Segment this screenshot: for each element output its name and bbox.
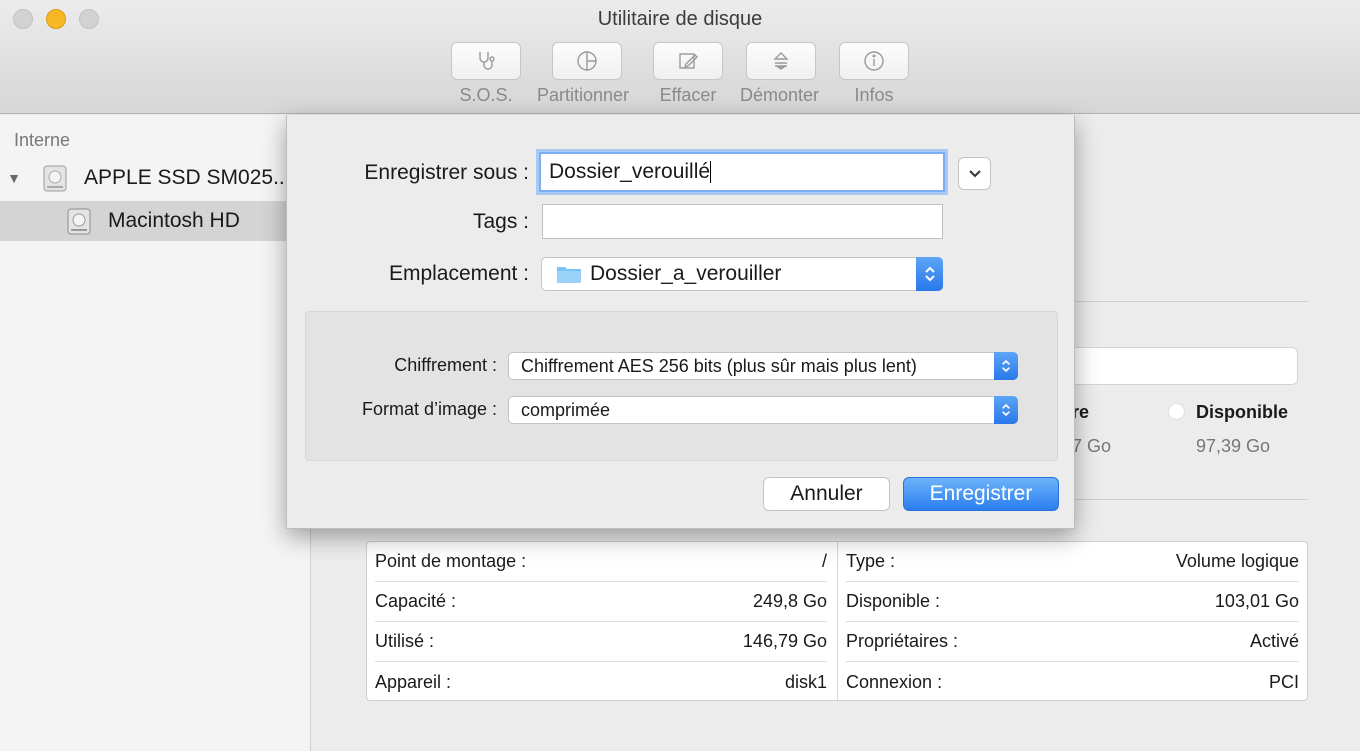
info-value: PCI bbox=[1268, 671, 1299, 692]
available-legend-value: 97,39 Go bbox=[1196, 436, 1271, 456]
disclosure-triangle-icon[interactable]: ▼ bbox=[0, 170, 28, 186]
toolbar-unmount-button[interactable]: Démonter bbox=[740, 42, 819, 106]
info-value: Activé bbox=[1249, 631, 1299, 651]
toolbar-sos-label: S.O.S. bbox=[459, 85, 513, 105]
save-as-label: Enregistrer sous : bbox=[364, 161, 529, 184]
info-label: Propriétaires : bbox=[846, 631, 959, 651]
toolbar-info-label: Infos bbox=[854, 85, 894, 105]
encryption-popup[interactable]: Chiffrement AES 256 bits (plus sûr mais … bbox=[508, 352, 1018, 380]
tags-field[interactable] bbox=[542, 204, 943, 239]
up-down-chevron-icon bbox=[1002, 359, 1010, 373]
toolbar-partition-button[interactable]: Partitionner bbox=[537, 42, 629, 106]
info-column-left: Point de montage : / Capacité : 249,8 Go… bbox=[367, 542, 838, 702]
info-value: 103,01 Go bbox=[1214, 591, 1299, 611]
stethoscope-icon bbox=[479, 52, 495, 70]
save-dialog: Enregistrer sous : Dossier_verouillé Tag… bbox=[286, 115, 1075, 529]
divider bbox=[1075, 499, 1308, 500]
location-value: Dossier_a_verouiller bbox=[590, 262, 782, 285]
disk-icon bbox=[43, 165, 67, 192]
sidebar-item-apple-ssd[interactable]: ▼ APPLE SSD SM025.. bbox=[0, 158, 311, 198]
available-legend-dot bbox=[1168, 403, 1185, 420]
location-popup[interactable]: Dossier_a_verouiller bbox=[541, 257, 943, 291]
info-row: Connexion : PCI bbox=[846, 662, 1299, 702]
image-format-value: comprimée bbox=[521, 399, 611, 420]
info-value: Volume logique bbox=[1175, 551, 1299, 571]
expand-dialog-button[interactable] bbox=[958, 157, 991, 190]
save-button[interactable]: Enregistrer bbox=[903, 477, 1059, 511]
text-caret bbox=[710, 161, 712, 184]
save-as-field[interactable]: Dossier_verouillé bbox=[539, 152, 945, 192]
info-label: Point de montage : bbox=[375, 551, 527, 571]
location-stepper[interactable] bbox=[916, 257, 943, 291]
tags-label: Tags : bbox=[472, 210, 529, 233]
encryption-stepper[interactable] bbox=[994, 352, 1018, 380]
info-row: Capacité : 249,8 Go bbox=[375, 582, 827, 622]
folder-icon bbox=[557, 267, 581, 283]
window-title: Utilitaire de disque bbox=[597, 8, 763, 30]
divider bbox=[1075, 301, 1308, 302]
title-bar: Utilitaire de disque S.O.S. Partitionner… bbox=[0, 0, 1360, 114]
sidebar: Interne ▼ APPLE SSD SM025.. Macintosh HD bbox=[0, 115, 311, 751]
info-row: Disponible : 103,01 Go bbox=[846, 582, 1299, 622]
toolbar-partition-label: Partitionner bbox=[537, 85, 630, 105]
toolbar-erase-label: Effacer bbox=[659, 85, 717, 105]
save-as-value: Dossier_verouillé bbox=[549, 160, 711, 183]
cancel-button[interactable]: Annuler bbox=[763, 477, 890, 511]
volume-info-table: Point de montage : / Capacité : 249,8 Go… bbox=[366, 541, 1309, 702]
info-label: Appareil : bbox=[375, 671, 452, 692]
pie-chart-icon bbox=[577, 51, 597, 71]
available-legend-label: Disponible bbox=[1196, 402, 1289, 422]
toolbar-sos-button[interactable]: S.O.S. bbox=[451, 42, 521, 106]
info-icon bbox=[864, 51, 884, 71]
info-row: Utilisé : 146,79 Go bbox=[375, 622, 827, 662]
info-value: / bbox=[821, 551, 827, 571]
encryption-label: Chiffrement : bbox=[394, 355, 497, 375]
up-down-chevron-icon bbox=[924, 266, 935, 282]
pencil-icon bbox=[679, 53, 698, 69]
info-label: Type : bbox=[846, 551, 896, 571]
info-value: 146,79 Go bbox=[742, 631, 827, 651]
info-label: Utilisé : bbox=[375, 631, 435, 651]
volume-icon bbox=[67, 208, 91, 235]
location-label: Emplacement : bbox=[388, 262, 529, 285]
sidebar-item-label: APPLE SSD SM025.. bbox=[84, 166, 285, 189]
encryption-value: Chiffrement AES 256 bits (plus sûr mais … bbox=[521, 355, 917, 376]
info-row: Point de montage : / bbox=[375, 542, 827, 582]
toolbar-erase-button[interactable]: Effacer bbox=[653, 42, 723, 106]
eject-icon bbox=[773, 52, 789, 70]
image-format-stepper[interactable] bbox=[994, 396, 1018, 424]
info-column-right: Type : Volume logique Disponible : 103,0… bbox=[838, 542, 1309, 702]
sidebar-item-macintosh-hd[interactable]: Macintosh HD bbox=[0, 201, 311, 241]
info-row: Appareil : disk1 bbox=[375, 662, 827, 702]
options-panel: Chiffrement : Chiffrement AES 256 bits (… bbox=[305, 311, 1058, 461]
info-label: Disponible : bbox=[846, 591, 941, 611]
sidebar-item-label: Macintosh HD bbox=[108, 209, 240, 232]
chevron-down-icon bbox=[968, 169, 981, 177]
info-row: Propriétaires : Activé bbox=[846, 622, 1299, 662]
usage-bar bbox=[1060, 347, 1298, 385]
sidebar-section-internal: Interne bbox=[14, 130, 71, 150]
info-label: Connexion : bbox=[846, 671, 943, 692]
toolbar-unmount-label: Démonter bbox=[740, 85, 820, 105]
toolbar-info-button[interactable]: Infos bbox=[839, 42, 909, 106]
info-value: 249,8 Go bbox=[752, 591, 827, 611]
info-row: Type : Volume logique bbox=[846, 542, 1299, 582]
info-value: disk1 bbox=[784, 671, 827, 692]
up-down-chevron-icon bbox=[1002, 403, 1010, 417]
image-format-popup[interactable]: comprimée bbox=[508, 396, 1018, 424]
info-label: Capacité : bbox=[375, 591, 457, 611]
usage-legend-partial-value: 7 Go bbox=[1072, 436, 1112, 456]
image-format-label: Format d’image : bbox=[361, 399, 497, 419]
